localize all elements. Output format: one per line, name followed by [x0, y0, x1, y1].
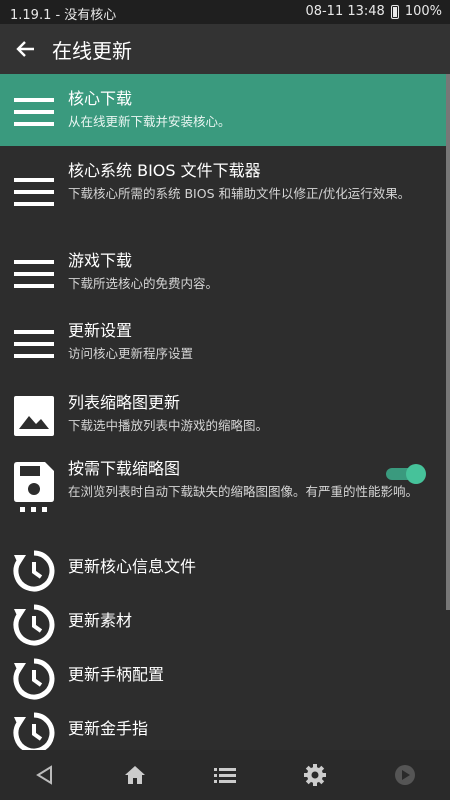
nav-home-button[interactable]	[110, 755, 160, 795]
list-item-core-download[interactable]: 核心下载 从在线更新下载并安装核心。	[0, 74, 446, 146]
list-item-update-cheats[interactable]: 更新金手指	[0, 698, 446, 750]
menu-icon	[14, 98, 54, 126]
status-left-text: 1.19.1 - 没有核心	[10, 8, 117, 23]
battery-percent: 100%	[404, 4, 442, 19]
menu-icon	[14, 260, 54, 288]
battery-icon	[390, 4, 399, 19]
item-title: 核心下载	[68, 89, 133, 108]
home-icon	[125, 766, 145, 784]
menu-icon	[14, 178, 54, 206]
nav-settings-button[interactable]	[290, 755, 340, 795]
item-subtitle: 在浏览列表时自动下载缺失的缩略图图像。有严重的性能影响。	[68, 484, 419, 499]
list-icon	[214, 768, 236, 783]
nav-list-button[interactable]	[200, 755, 250, 795]
item-subtitle: 下载选中播放列表中游戏的缩略图。	[68, 418, 269, 433]
update-clock-icon	[13, 658, 55, 700]
triangle-back-icon	[36, 765, 52, 785]
list-item-thumbnail-update[interactable]: 列表缩略图更新 下载选中播放列表中游戏的缩略图。	[0, 378, 446, 444]
item-title: 列表缩略图更新	[68, 393, 181, 412]
list-item-update-core-info[interactable]: 更新核心信息文件	[0, 536, 446, 592]
list-item-update-controller-profiles[interactable]: 更新手柄配置	[0, 644, 446, 700]
item-title: 更新金手指	[68, 719, 149, 738]
gear-icon	[304, 764, 326, 786]
item-title: 更新核心信息文件	[68, 557, 197, 576]
list-item-bios-downloader[interactable]: 核心系统 BIOS 文件下载器 下载核心所需的系统 BIOS 和辅助文件以修正/…	[0, 146, 446, 236]
item-subtitle: 下载所选核心的免费内容。	[68, 276, 219, 291]
toggle-knob	[406, 464, 426, 484]
item-title: 更新手柄配置	[68, 665, 165, 684]
item-title: 游戏下载	[68, 251, 133, 270]
item-title: 按需下载缩略图	[68, 459, 181, 478]
update-clock-icon	[13, 604, 55, 646]
item-title: 更新设置	[68, 321, 133, 340]
nav-back-button[interactable]	[20, 755, 70, 795]
menu-icon	[14, 330, 54, 358]
list-item-game-download[interactable]: 游戏下载 下载所选核心的免费内容。	[0, 236, 446, 306]
on-demand-thumbnails-toggle[interactable]	[386, 464, 426, 484]
play-circle-icon	[395, 765, 415, 785]
scrollbar[interactable]	[446, 74, 450, 610]
list-item-update-assets[interactable]: 更新素材	[0, 590, 446, 646]
settings-list[interactable]: 核心下载 从在线更新下载并安装核心。 核心系统 BIOS 文件下载器 下载核心所…	[0, 74, 446, 750]
update-clock-icon	[13, 712, 55, 750]
item-subtitle: 访问核心更新程序设置	[68, 346, 194, 361]
arrow-left-icon	[16, 41, 34, 57]
bottom-navbar	[0, 750, 450, 800]
item-title: 更新素材	[68, 611, 133, 630]
status-right: 08-11 13:48 100%	[305, 4, 442, 19]
list-item-on-demand-thumbnails[interactable]: 按需下载缩略图 在浏览列表时自动下载缺失的缩略图图像。有严重的性能影响。	[0, 444, 446, 536]
toolbar: 在线更新	[0, 24, 450, 74]
nav-play-button[interactable]	[380, 755, 430, 795]
save-disk-icon	[14, 462, 54, 512]
status-datetime: 08-11 13:48	[305, 4, 385, 19]
list-item-update-settings[interactable]: 更新设置 访问核心更新程序设置	[0, 306, 446, 378]
update-clock-icon	[13, 550, 55, 592]
page-title: 在线更新	[52, 38, 132, 63]
image-icon	[14, 396, 54, 436]
item-subtitle: 从在线更新下载并安装核心。	[68, 114, 231, 129]
status-bar: 1.19.1 - 没有核心 08-11 13:48 100%	[0, 0, 450, 24]
back-button[interactable]	[0, 24, 52, 74]
item-subtitle: 下载核心所需的系统 BIOS 和辅助文件以修正/优化运行效果。	[68, 186, 411, 201]
item-title: 核心系统 BIOS 文件下载器	[68, 161, 261, 180]
